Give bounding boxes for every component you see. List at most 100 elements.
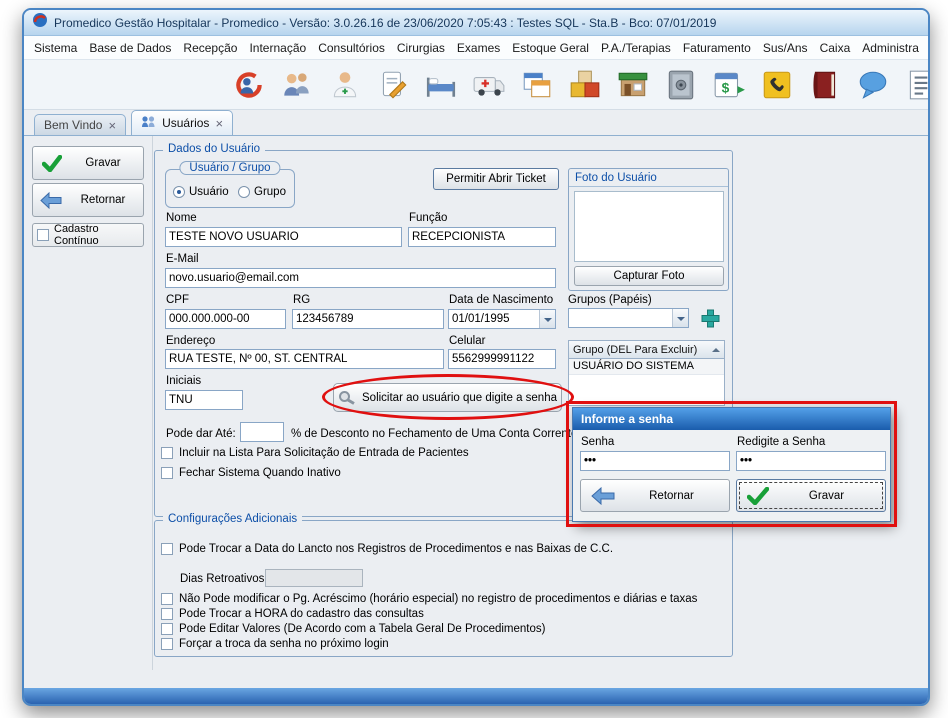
redigite-senha-input[interactable] xyxy=(736,451,886,471)
incluir-lista-row[interactable]: Incluir na Lista Para Solicitação de Ent… xyxy=(161,447,469,459)
capture-photo-button[interactable]: Capturar Foto xyxy=(574,266,724,286)
menu-item-pa-terapias[interactable]: P.A./Terapias xyxy=(595,38,677,58)
discount-label: Pode dar Até: xyxy=(166,428,236,440)
request-password-button[interactable]: Solicitar ao usuário que digite a senha xyxy=(333,383,562,412)
pg-acrescimo-label: Não Pode modificar o Pg. Acréscimo (horá… xyxy=(179,593,697,605)
radio-grupo[interactable]: Grupo xyxy=(238,186,286,198)
rg-input[interactable] xyxy=(292,309,444,329)
senha-label: Senha xyxy=(581,436,614,448)
checkbox[interactable] xyxy=(161,593,173,605)
system-users-icon[interactable] xyxy=(232,68,266,102)
senha-input[interactable] xyxy=(580,451,730,471)
email-input[interactable] xyxy=(165,268,556,288)
grupo-list-header[interactable]: Grupo (DEL Para Excluir) xyxy=(568,340,725,359)
nome-input[interactable] xyxy=(165,227,402,247)
tab-bem-vindo-label: Bem Vindo xyxy=(44,118,102,132)
forcar-senha-row[interactable]: Forçar a troca da senha no próximo login xyxy=(161,638,389,650)
menu-item-exames[interactable]: Exames xyxy=(451,38,506,58)
tab-bem-vindo[interactable]: Bem Vindo xyxy=(34,114,126,135)
menu-item-consultorios[interactable]: Consultórios xyxy=(312,38,391,58)
save-button-label: Gravar xyxy=(69,157,137,169)
menu-item-recepcao[interactable]: Recepção xyxy=(177,38,243,58)
window-title: Promedico Gestão Hospitalar - Promedico … xyxy=(54,16,716,30)
titlebar[interactable]: Promedico Gestão Hospitalar - Promedico … xyxy=(24,10,928,36)
menu-item-caixa[interactable]: Caixa xyxy=(814,38,857,58)
back-button[interactable]: Retornar xyxy=(32,183,144,217)
celular-input[interactable] xyxy=(448,349,556,369)
radio-usuario-control[interactable] xyxy=(173,186,185,198)
book-icon[interactable] xyxy=(808,68,842,102)
chat-icon[interactable] xyxy=(856,68,890,102)
close-icon[interactable] xyxy=(215,117,223,130)
iniciais-input[interactable] xyxy=(165,390,243,410)
menu-item-sus-ans[interactable]: Sus/Ans xyxy=(757,38,814,58)
checkbox[interactable] xyxy=(161,623,173,635)
safe-icon[interactable] xyxy=(664,68,698,102)
endereco-label: Endereço xyxy=(166,335,215,347)
dias-retroativos-input[interactable] xyxy=(265,569,363,587)
menu-item-internacao[interactable]: Internação xyxy=(243,38,312,58)
password-dialog-titlebar[interactable]: Informe a senha xyxy=(573,408,890,430)
radio-usuario-label: Usuário xyxy=(189,186,229,198)
radio-usuario[interactable]: Usuário xyxy=(173,186,229,198)
checkbox[interactable] xyxy=(161,447,173,459)
permit-ticket-button[interactable]: Permitir Abrir Ticket xyxy=(433,168,559,190)
funcao-input[interactable] xyxy=(408,227,556,247)
grupo-list[interactable]: USUÁRIO DO SISTEMA xyxy=(568,359,725,406)
save-button[interactable]: Gravar xyxy=(32,146,144,180)
continuous-registration-toggle[interactable]: Cadastro Contínuo xyxy=(32,223,144,247)
checkbox[interactable] xyxy=(161,608,173,620)
birthdate-combo[interactable]: 01/01/1995 xyxy=(448,309,556,329)
pg-acrescimo-row[interactable]: Não Pode modificar o Pg. Acréscimo (horá… xyxy=(161,593,697,605)
report-icon[interactable] xyxy=(904,68,928,102)
app-window: Promedico Gestão Hospitalar - Promedico … xyxy=(22,8,930,706)
magnifier-icon xyxy=(338,390,356,405)
arrow-left-icon xyxy=(40,192,62,209)
menu-item-estoque-geral[interactable]: Estoque Geral xyxy=(506,38,595,58)
discount-input[interactable] xyxy=(240,422,284,442)
editar-valores-row[interactable]: Pode Editar Valores (De Acordo com a Tab… xyxy=(161,623,545,635)
close-icon[interactable] xyxy=(108,119,116,132)
menu-item-sistema[interactable]: Sistema xyxy=(28,38,83,58)
trocar-data-row[interactable]: Pode Trocar a Data do Lancto nos Registr… xyxy=(161,543,613,555)
dialog-save-button[interactable]: Gravar xyxy=(736,479,886,512)
add-group-button[interactable] xyxy=(695,306,725,330)
funcao-label: Função xyxy=(409,212,447,224)
grupo-list-item[interactable]: USUÁRIO DO SISTEMA xyxy=(569,359,724,375)
photo-title-text: Foto do Usuário xyxy=(575,172,657,184)
checkbox[interactable] xyxy=(37,229,49,241)
menu-item-administracao[interactable]: Administra xyxy=(856,38,925,58)
phone-directory-icon[interactable] xyxy=(760,68,794,102)
doctor-icon[interactable] xyxy=(328,68,362,102)
toolbar: $ xyxy=(24,60,928,110)
radio-grupo-control[interactable] xyxy=(238,186,250,198)
dialog-back-button[interactable]: Retornar xyxy=(580,479,730,512)
ambulance-icon[interactable] xyxy=(472,68,506,102)
checkbox[interactable] xyxy=(161,543,173,555)
supplies-icon[interactable] xyxy=(568,68,602,102)
documents-icon[interactable] xyxy=(520,68,554,102)
grupos-combo[interactable] xyxy=(568,308,689,328)
chevron-down-icon[interactable] xyxy=(672,309,688,327)
settings-groupbox: Configurações Adicionais Pode Trocar a D… xyxy=(154,520,733,657)
sort-ascending-icon xyxy=(712,344,720,352)
checkbox[interactable] xyxy=(161,467,173,479)
hospital-bed-icon[interactable] xyxy=(424,68,458,102)
users-icon xyxy=(141,115,156,131)
checkbox[interactable] xyxy=(161,638,173,650)
cpf-input[interactable] xyxy=(165,309,286,329)
menu-item-cirurgias[interactable]: Cirurgias xyxy=(391,38,451,58)
chevron-down-icon[interactable] xyxy=(539,310,555,328)
menu-item-faturamento[interactable]: Faturamento xyxy=(677,38,757,58)
menu-item-base-de-dados[interactable]: Base de Dados xyxy=(83,38,177,58)
redigite-senha-label: Redigite a Senha xyxy=(737,436,825,448)
fechar-sistema-row[interactable]: Fechar Sistema Quando Inativo xyxy=(161,467,341,479)
patients-icon[interactable] xyxy=(280,68,314,102)
tab-usuarios[interactable]: Usuários xyxy=(131,110,233,135)
trocar-hora-row[interactable]: Pode Trocar a HORA do cadastro das consu… xyxy=(161,608,424,620)
store-icon[interactable] xyxy=(616,68,650,102)
finance-icon[interactable]: $ xyxy=(712,68,746,102)
prescription-icon[interactable] xyxy=(376,68,410,102)
nome-label: Nome xyxy=(166,212,197,224)
endereco-input[interactable] xyxy=(165,349,444,369)
